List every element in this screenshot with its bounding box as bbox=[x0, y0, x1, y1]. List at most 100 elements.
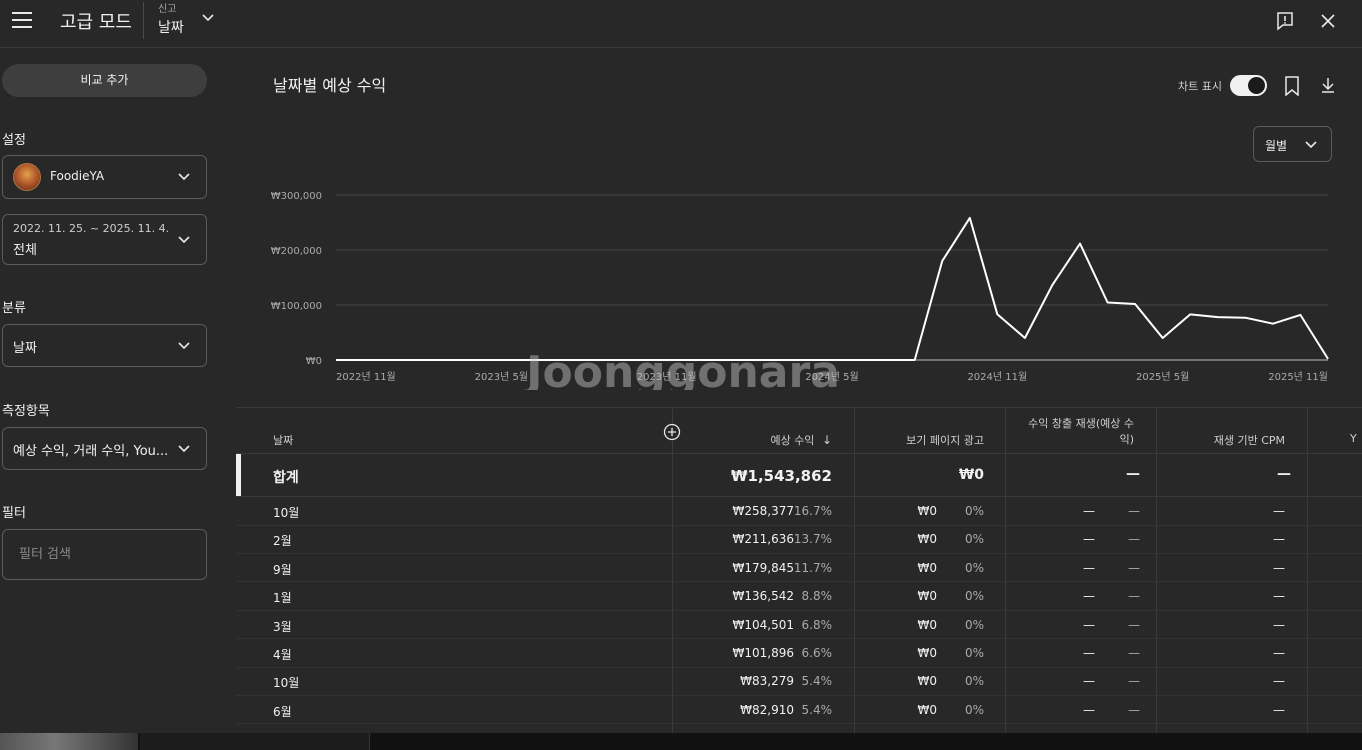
menu-icon[interactable] bbox=[12, 12, 32, 28]
row-ads-pct: 0% bbox=[964, 702, 984, 717]
metrics-dropdown[interactable]: 예상 수익, 거래 수익, You... bbox=[2, 427, 207, 470]
row-date: 10월 bbox=[273, 676, 300, 691]
total-revenue: ₩1,543,862 bbox=[730, 467, 832, 485]
avatar bbox=[13, 163, 41, 191]
total-cpm: — bbox=[1277, 466, 1291, 482]
chevron-down-icon bbox=[178, 173, 190, 181]
y-tick-label: ₩100,000 bbox=[271, 301, 322, 312]
table-row[interactable]: 4월 ₩101,896 6.6% ₩0 0% — — — bbox=[236, 639, 1362, 668]
row-cpm: — bbox=[1273, 646, 1285, 660]
header-playback-cpm[interactable]: 재생 기반 CPM bbox=[1214, 432, 1285, 448]
page-title: 날짜별 예상 수익 bbox=[273, 76, 387, 95]
sidebar: 비교 추가 설정 FoodieYA 2022. 11. 25. ~ 2025. … bbox=[0, 48, 215, 750]
add-column-icon[interactable] bbox=[663, 423, 681, 441]
sort-down-icon: ↓ bbox=[821, 433, 832, 447]
date-range-dropdown[interactable]: 2022. 11. 25. ~ 2025. 11. 4. 전체 bbox=[2, 214, 207, 265]
chart-toggle-label: 차트 표시 bbox=[1178, 80, 1222, 93]
bookmark-icon[interactable] bbox=[1284, 76, 1300, 96]
row-playbacks: — bbox=[1083, 589, 1095, 604]
total-label: 합계 bbox=[273, 470, 299, 486]
row-ads: ₩0 bbox=[917, 560, 938, 575]
row-revenue-pct: 13.7% bbox=[793, 532, 832, 547]
row-cpm: — bbox=[1273, 589, 1285, 604]
filter-search-input[interactable]: 필터 검색 bbox=[2, 529, 207, 580]
taskbar-thumbnail[interactable] bbox=[0, 733, 138, 750]
row-cpm: — bbox=[1273, 674, 1285, 689]
row-playbacks-pct: — bbox=[1128, 702, 1140, 717]
row-playbacks: — bbox=[1083, 560, 1095, 575]
table-row[interactable]: 9월 ₩179,845 11.7% ₩0 0% — — — bbox=[236, 554, 1362, 583]
header-watch-page-ads[interactable]: 보기 페이지 광고 bbox=[906, 432, 984, 448]
close-icon[interactable] bbox=[1318, 11, 1338, 31]
revenue-series-line[interactable] bbox=[336, 216, 1329, 361]
feedback-icon[interactable] bbox=[1275, 11, 1295, 31]
row-revenue-pct: 5.4% bbox=[801, 702, 833, 717]
row-revenue: ₩83,279 bbox=[740, 674, 794, 689]
table-row[interactable]: 10월 ₩258,377 16.7% ₩0 0% — — — bbox=[236, 497, 1362, 526]
download-icon[interactable] bbox=[1320, 76, 1336, 94]
taskbar-item[interactable] bbox=[140, 733, 370, 750]
row-ads-pct: 0% bbox=[964, 646, 984, 660]
period-value: 월별 bbox=[1265, 139, 1288, 153]
y-tick-label: ₩300,000 bbox=[271, 191, 322, 202]
row-cpm: — bbox=[1273, 532, 1285, 547]
report-selector[interactable]: 날짜 bbox=[158, 17, 184, 37]
row-ads: ₩0 bbox=[917, 646, 938, 660]
divider bbox=[143, 2, 144, 39]
header-revenue-label: 예상 수익 bbox=[770, 434, 815, 447]
period-dropdown[interactable]: 월별 bbox=[1253, 126, 1332, 162]
x-tick-label: 2025년 5월 bbox=[1136, 371, 1189, 383]
data-table: 날짜 예상 수익 ↓ 보기 페이지 광고 수익 창출 재생(예상 수익) 재생 … bbox=[236, 407, 1362, 750]
add-comparison-button[interactable]: 비교 추가 bbox=[2, 64, 207, 97]
table-row[interactable]: 10월 ₩83,279 5.4% ₩0 0% — — — bbox=[236, 667, 1362, 696]
row-ads-pct: 0% bbox=[964, 589, 984, 604]
row-playbacks: — bbox=[1083, 702, 1095, 717]
row-cpm: — bbox=[1273, 560, 1285, 575]
y-tick-label: ₩200,000 bbox=[271, 246, 322, 257]
chevron-down-icon bbox=[178, 342, 190, 350]
total-ads: ₩0 bbox=[958, 467, 984, 483]
row-revenue: ₩258,377 bbox=[732, 504, 795, 518]
row-playbacks: — bbox=[1083, 504, 1095, 518]
row-revenue: ₩211,636 bbox=[732, 532, 795, 547]
row-playbacks-pct: — bbox=[1128, 532, 1140, 547]
metrics-label: 측정항목 bbox=[2, 404, 50, 419]
table-row[interactable]: 1월 ₩136,542 8.8% ₩0 0% — — — bbox=[236, 582, 1362, 611]
date-range-text: 2022. 11. 25. ~ 2025. 11. 4. bbox=[13, 222, 170, 235]
category-label: 분류 bbox=[2, 301, 26, 316]
row-revenue-pct: 16.7% bbox=[793, 504, 832, 518]
chevron-down-icon[interactable] bbox=[200, 10, 216, 26]
taskbar bbox=[0, 733, 1362, 750]
row-playbacks-pct: — bbox=[1128, 560, 1140, 575]
row-ads-pct: 0% bbox=[964, 532, 984, 547]
total-playbacks: — bbox=[1126, 466, 1140, 482]
row-revenue-pct: 6.8% bbox=[801, 617, 833, 632]
table-row[interactable]: 6월 ₩82,910 5.4% ₩0 0% — — — bbox=[236, 696, 1362, 725]
row-playbacks-pct: — bbox=[1128, 617, 1140, 632]
row-playbacks: — bbox=[1083, 532, 1095, 547]
header-partial[interactable]: Y bbox=[1350, 432, 1357, 445]
top-bar: 고급 모드 신고 날짜 bbox=[0, 0, 1362, 48]
category-dropdown[interactable]: 날짜 bbox=[2, 324, 207, 367]
row-playbacks-pct: — bbox=[1128, 589, 1140, 604]
row-marker bbox=[236, 454, 241, 496]
row-ads-pct: 0% bbox=[964, 560, 984, 575]
x-tick-label: 2024년 11월 bbox=[967, 371, 1027, 383]
header-date[interactable]: 날짜 bbox=[273, 432, 293, 448]
row-ads-pct: 0% bbox=[964, 504, 984, 518]
table-row[interactable]: 3월 ₩104,501 6.8% ₩0 0% — — — bbox=[236, 611, 1362, 640]
row-date: 3월 bbox=[273, 619, 292, 634]
x-tick-label: 2025년 11월 bbox=[1268, 371, 1328, 383]
table-row[interactable]: 2월 ₩211,636 13.7% ₩0 0% — — — bbox=[236, 525, 1362, 554]
chart-toggle[interactable] bbox=[1230, 75, 1267, 96]
row-cpm: — bbox=[1273, 504, 1285, 518]
row-ads-pct: 0% bbox=[964, 674, 984, 689]
header-revenue[interactable]: 예상 수익 ↓ bbox=[770, 432, 832, 448]
row-ads-pct: 0% bbox=[964, 617, 984, 632]
header-monetized-playbacks[interactable]: 수익 창출 재생(예상 수익) bbox=[1016, 416, 1134, 448]
row-date: 6월 bbox=[273, 704, 292, 719]
row-revenue-pct: 11.7% bbox=[793, 560, 832, 575]
metrics-value: 예상 수익, 거래 수익, You... bbox=[13, 444, 169, 459]
row-date: 4월 bbox=[273, 648, 292, 662]
channel-dropdown[interactable]: FoodieYA bbox=[2, 155, 207, 199]
